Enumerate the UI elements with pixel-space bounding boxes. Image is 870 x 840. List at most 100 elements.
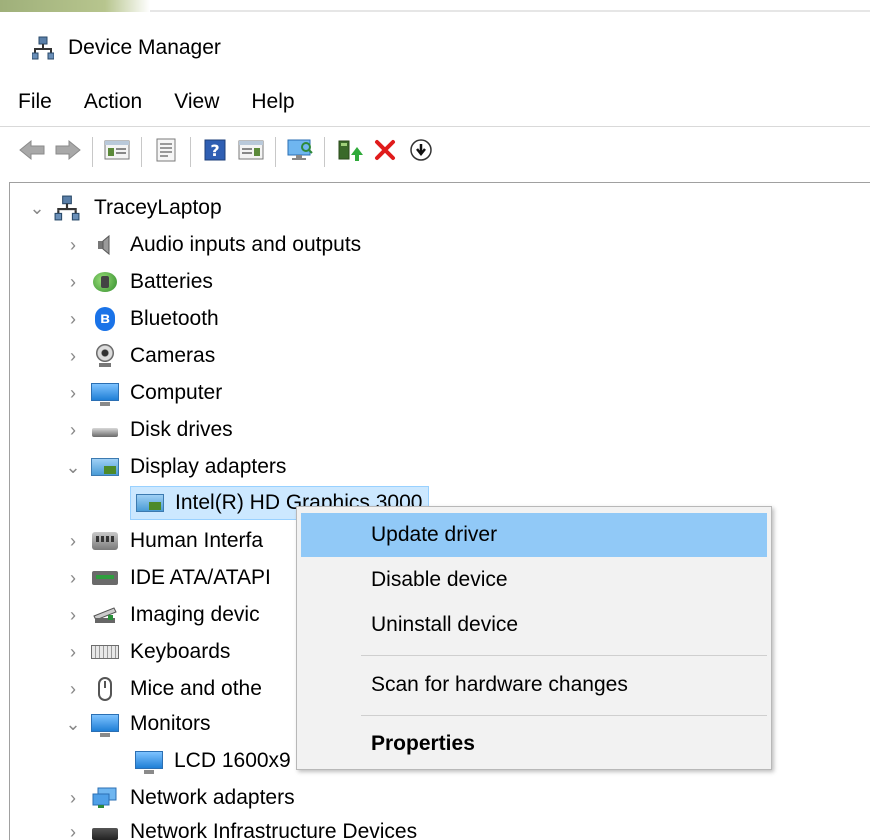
menu-update-driver[interactable]: Update driver: [301, 513, 767, 557]
collapse-chevron-icon[interactable]: ⌄: [26, 197, 48, 219]
expand-chevron-icon[interactable]: ›: [62, 641, 84, 663]
show-hide-console-tree-icon: [104, 139, 130, 166]
tree-item-ide-ata[interactable]: › IDE ATA/ATAPI: [62, 560, 271, 596]
menu-properties[interactable]: Properties: [301, 722, 767, 766]
expand-chevron-icon[interactable]: ›: [62, 530, 84, 552]
tree-item-display-adapters[interactable]: ⌄ Display adapters: [62, 449, 286, 485]
tree-item-label: IDE ATA/ATAPI: [130, 566, 271, 589]
menu-separator: [361, 655, 767, 656]
tree-item-label: Human Interfa: [130, 529, 264, 552]
tree-item-computer[interactable]: › Computer: [62, 375, 222, 411]
tree-item-bluetooth[interactable]: › ʙ Bluetooth: [62, 301, 219, 337]
monitor-icon: [90, 380, 120, 406]
display-adapter-icon: [90, 454, 120, 480]
expand-chevron-icon[interactable]: ›: [62, 234, 84, 256]
menu-help[interactable]: Help: [251, 90, 294, 114]
tree-item-mice[interactable]: › Mice and othe: [62, 671, 262, 707]
svg-text:?: ?: [210, 141, 219, 160]
tree-item-label: LCD 1600x9: [174, 749, 291, 772]
tree-item-human-interface[interactable]: › Human Interfa: [62, 523, 263, 559]
tree-item-keyboards[interactable]: › Keyboards: [62, 634, 230, 670]
window-top-line: [150, 10, 870, 12]
battery-icon: [90, 269, 120, 295]
tree-item-monitors[interactable]: ⌄ Monitors: [62, 706, 211, 742]
tree-item-label: Bluetooth: [130, 307, 219, 330]
expand-chevron-icon[interactable]: ›: [62, 345, 84, 367]
toolbar-separator: [324, 137, 325, 167]
help-button[interactable]: ?: [199, 136, 231, 168]
uninstall-device-icon: [373, 138, 397, 167]
ide-controller-icon: [90, 565, 120, 591]
monitor-icon: [90, 711, 120, 737]
action-pane-icon: [238, 139, 264, 166]
tree-item-label: Keyboards: [130, 640, 231, 663]
expand-chevron-icon[interactable]: ›: [62, 678, 84, 700]
back-arrow-icon: [18, 139, 46, 166]
tree-item-label: Monitors: [130, 712, 211, 735]
menu-action[interactable]: Action: [84, 90, 142, 114]
expand-chevron-icon[interactable]: ›: [62, 271, 84, 293]
expand-chevron-icon[interactable]: ›: [62, 382, 84, 404]
hid-icon: [90, 528, 120, 554]
computer-network-icon: [54, 195, 84, 221]
expand-chevron-icon[interactable]: ›: [62, 567, 84, 589]
expand-chevron-icon[interactable]: ›: [62, 604, 84, 626]
collapse-chevron-icon[interactable]: ⌄: [62, 713, 84, 735]
context-menu: Update driver Disable device Uninstall d…: [296, 506, 772, 770]
action-pane-button[interactable]: [235, 136, 267, 168]
tree-item-network-infrastructure[interactable]: › Network Infrastructure Devices: [62, 814, 417, 840]
tree-item-audio[interactable]: › Audio inputs and outputs: [62, 227, 361, 263]
tree-item-disk-drives[interactable]: › Disk drives: [62, 412, 233, 448]
menu-file[interactable]: File: [18, 90, 52, 114]
help-icon: ?: [203, 138, 227, 167]
back-button[interactable]: [16, 136, 48, 168]
mouse-icon: [90, 676, 120, 702]
tree-item-label: Display adapters: [130, 455, 287, 478]
expand-chevron-icon[interactable]: ›: [62, 419, 84, 441]
collapse-chevron-icon[interactable]: ⌄: [62, 456, 84, 478]
tree-root[interactable]: ⌄ TraceyLaptop: [26, 190, 222, 226]
bluetooth-icon: ʙ: [90, 306, 120, 332]
tree-item-label: Network adapters: [130, 786, 295, 809]
properties-icon: [154, 138, 178, 167]
menu-scan-hardware[interactable]: Scan for hardware changes: [301, 663, 767, 707]
expand-chevron-icon[interactable]: ›: [62, 787, 84, 809]
menu-disable-device[interactable]: Disable device: [301, 558, 767, 602]
tree-item-batteries[interactable]: › Batteries: [62, 264, 213, 300]
monitor-icon: [134, 748, 164, 774]
tree-item-network-adapters[interactable]: › Network adapters: [62, 780, 295, 816]
toolbar-separator: [190, 137, 191, 167]
expand-chevron-icon[interactable]: ›: [62, 308, 84, 330]
tree-item-lcd-monitor[interactable]: LCD 1600x9: [130, 743, 291, 779]
disable-device-button[interactable]: [405, 136, 437, 168]
forward-button[interactable]: [52, 136, 84, 168]
menu-separator: [361, 715, 767, 716]
tree-item-label: Audio inputs and outputs: [130, 233, 362, 256]
toolbar: ?: [16, 134, 441, 170]
speaker-icon: [90, 232, 120, 258]
update-driver-button[interactable]: [333, 136, 365, 168]
menu-view[interactable]: View: [174, 90, 219, 114]
toolbar-separator: [141, 137, 142, 167]
network-adapter-icon: [90, 785, 120, 811]
tree-root-label: TraceyLaptop: [94, 196, 222, 219]
toolbar-separator: [275, 137, 276, 167]
title-bar: Device Manager: [0, 28, 870, 68]
disable-device-icon: [409, 138, 433, 167]
menu-bar: File Action View Help: [18, 86, 327, 118]
show-hide-console-tree-button[interactable]: [101, 136, 133, 168]
device-manager-icon: [31, 36, 55, 60]
menu-uninstall-device[interactable]: Uninstall device: [301, 603, 767, 647]
tree-item-imaging[interactable]: › Imaging devic: [62, 597, 260, 633]
properties-button[interactable]: [150, 136, 182, 168]
menu-divider: [0, 126, 870, 127]
expand-chevron-icon[interactable]: ›: [62, 821, 84, 840]
tree-item-label: Network Infrastructure Devices: [130, 820, 418, 840]
scan-hardware-button[interactable]: [284, 136, 316, 168]
tree-item-cameras[interactable]: › Cameras: [62, 338, 215, 374]
uninstall-device-button[interactable]: [369, 136, 401, 168]
window-top-accent: [0, 0, 150, 12]
window-top-edge: [0, 0, 870, 12]
toolbar-separator: [92, 137, 93, 167]
scan-hardware-icon: [286, 138, 314, 167]
